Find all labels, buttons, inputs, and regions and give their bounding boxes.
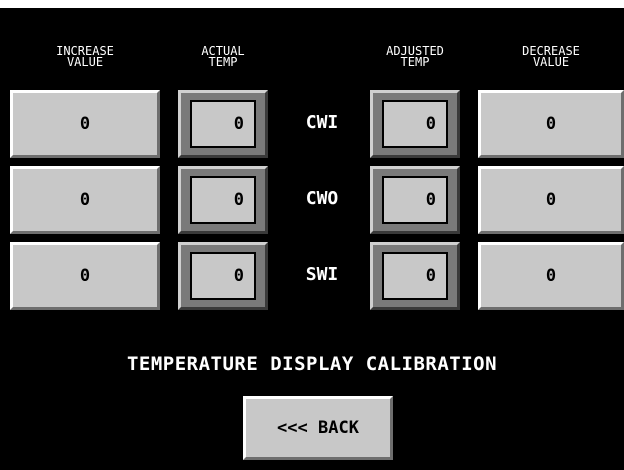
adjusted-temp-display-cwo: 0 (370, 166, 460, 234)
actual-temp-value-cwi: 0 (190, 100, 256, 148)
decrease-button-cwi[interactable]: 0 (478, 90, 624, 158)
actual-temp-value-cwo: 0 (190, 176, 256, 224)
decrease-button-cwo[interactable]: 0 (478, 166, 624, 234)
row-label-swi: SWI (305, 264, 339, 285)
screen-title: TEMPERATURE DISPLAY CALIBRATION (126, 353, 498, 375)
increase-button-cwi[interactable]: 0 (10, 90, 160, 158)
header-decrease-value: DECREASE VALUE (522, 44, 580, 69)
header-increase-value: INCREASE VALUE (56, 44, 114, 69)
increase-button-cwo[interactable]: 0 (10, 166, 160, 234)
actual-temp-display-cwi: 0 (178, 90, 268, 158)
adjusted-temp-display-swi: 0 (370, 242, 460, 310)
row-label-cwo: CWO (305, 188, 339, 209)
row-label-cwi: CWI (305, 112, 339, 133)
header-adjusted-temp: ADJUSTED TEMP (386, 44, 444, 69)
adjusted-temp-value-cwi: 0 (382, 100, 448, 148)
adjusted-temp-value-cwo: 0 (382, 176, 448, 224)
actual-temp-display-cwo: 0 (178, 166, 268, 234)
actual-temp-display-swi: 0 (178, 242, 268, 310)
increase-button-swi[interactable]: 0 (10, 242, 160, 310)
actual-temp-value-swi: 0 (190, 252, 256, 300)
adjusted-temp-display-cwi: 0 (370, 90, 460, 158)
adjusted-temp-value-swi: 0 (382, 252, 448, 300)
calibration-panel: INCREASE VALUE ACTUAL TEMP ADJUSTED TEMP… (0, 8, 624, 470)
screen: INCREASE VALUE ACTUAL TEMP ADJUSTED TEMP… (0, 0, 624, 470)
back-button[interactable]: <<< BACK (243, 396, 393, 460)
decrease-button-swi[interactable]: 0 (478, 242, 624, 310)
header-actual-temp: ACTUAL TEMP (201, 44, 245, 69)
